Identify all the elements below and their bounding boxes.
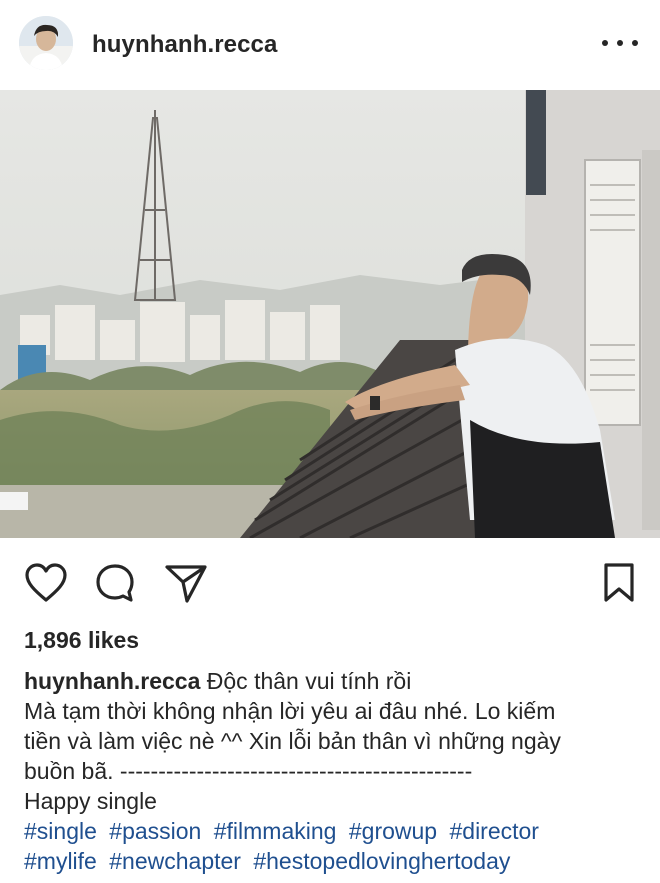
hashtag-link[interactable]: #hestopedlovinghertoday [253,848,510,874]
avatar[interactable] [19,16,73,70]
hashtag-row: #single #passion #filmmaking #growup #di… [24,816,654,846]
instagram-post: huynhanh.recca 1,896 likes huynhanh.recc… [0,0,660,883]
caption-line: tiền và làm việc nè ^^ Xin lỗi bản thân … [24,728,561,754]
bookmark-icon[interactable] [602,562,636,604]
hashtag-link[interactable]: #single [24,818,97,844]
hashtags: #single #passion #filmmaking #growup #di… [24,816,654,876]
hashtag-link[interactable]: #mylife [24,848,97,874]
action-bar [0,548,660,618]
hashtag-link[interactable]: #growup [349,818,437,844]
post-username[interactable]: huynhanh.recca [92,31,277,59]
caption: huynhanh.recca Độc thân vui tính rồi Mà … [24,666,639,816]
likes-count[interactable]: 1,896 likes [24,627,139,654]
hashtag-link[interactable]: #passion [109,818,201,844]
post-photo[interactable] [0,90,660,538]
caption-text: Độc thân vui tính rồi [206,668,412,694]
comment-icon[interactable] [94,562,136,604]
hashtag-link[interactable]: #filmmaking [214,818,337,844]
hashtag-link[interactable]: #director [449,818,538,844]
post-header: huynhanh.recca [0,0,660,88]
hashtag-row: #mylife #newchapter #hestopedlovingherto… [24,846,654,876]
caption-username[interactable]: huynhanh.recca [24,668,200,694]
caption-line: buồn bã. -------------------------------… [24,758,473,784]
caption-first-line: huynhanh.recca Độc thân vui tính rồi [24,666,639,696]
caption-line: Mà tạm thời không nhận lời yêu ai đâu nh… [24,698,556,724]
hashtag-link[interactable]: #newchapter [109,848,241,874]
heart-icon[interactable] [24,562,68,604]
caption-line: Happy single [24,788,157,814]
more-options-icon[interactable] [602,36,638,50]
send-icon[interactable] [164,562,208,604]
